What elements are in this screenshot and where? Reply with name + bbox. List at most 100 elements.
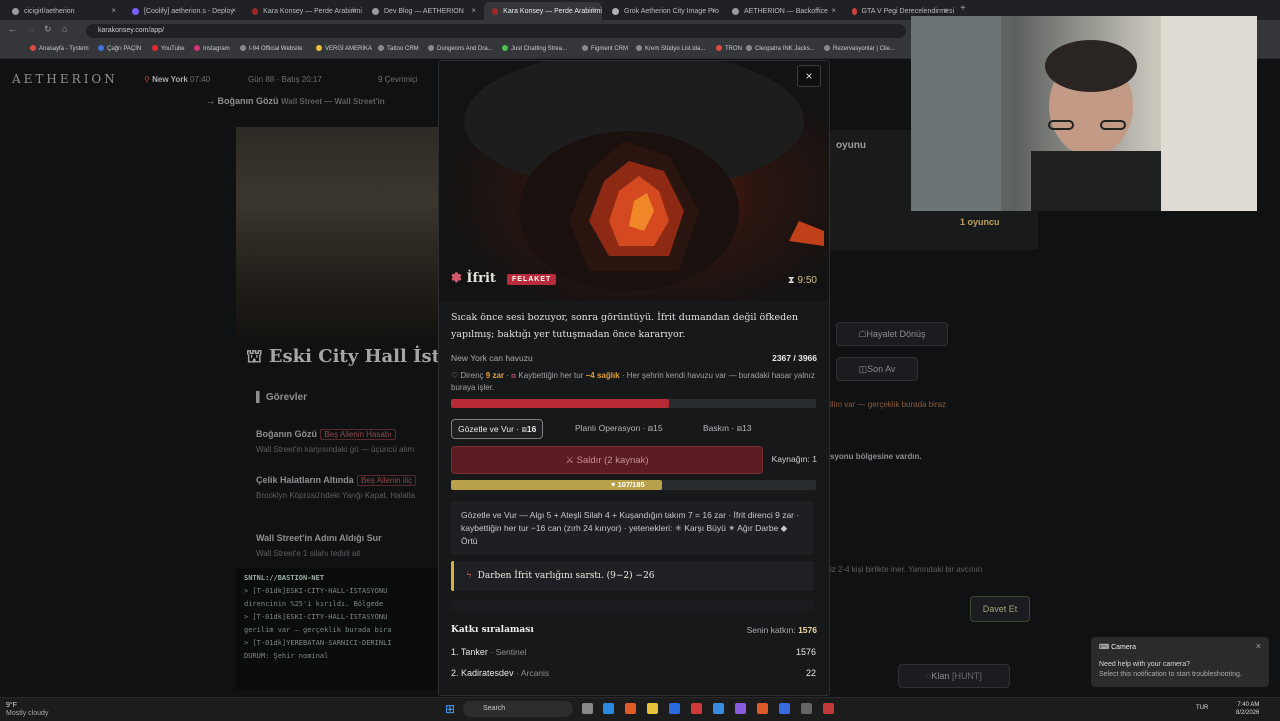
tab-favicon-icon: [852, 7, 857, 15]
right-panel-title: oyunu: [836, 140, 866, 151]
pin-icon: ⚲: [144, 75, 153, 84]
bookmark-icon: [824, 45, 830, 51]
app-icon[interactable]: [823, 703, 834, 714]
bookmark-item[interactable]: I-94 Official Website: [240, 45, 302, 52]
notification-close-icon[interactable]: ×: [1256, 641, 1261, 651]
language-indicator[interactable]: TUR: [1196, 705, 1208, 711]
bookmark-icon: [316, 45, 322, 51]
boss-modal: × ✽ İfrit FELAKET ⧗ 9:50 Sıcak önce sesi…: [438, 60, 830, 696]
browser-tab[interactable]: [Coolify] aetherion.s - Deploy ×: [124, 2, 242, 20]
browser-tab[interactable]: Kara Konsey — Perde Arabirimi ×: [244, 2, 362, 20]
ghost-return-button[interactable]: ☖ Hayalet Dönüş: [836, 322, 948, 346]
ghost-icon: ☖: [858, 328, 867, 339]
bookmark-icon: [502, 45, 508, 51]
severity-badge: FELAKET: [507, 274, 557, 285]
bookmark-item[interactable]: Instagram: [194, 45, 230, 52]
back-icon[interactable]: ←: [8, 24, 17, 34]
tab-close-icon[interactable]: ×: [591, 6, 596, 15]
resource-counter: Kaynağın: 1: [771, 454, 817, 464]
bookmark-item[interactable]: Rezervasyonlar | Clie...: [824, 45, 895, 52]
browser-tab[interactable]: Dev Blog — AETHERION ×: [364, 2, 482, 20]
weather-widget[interactable]: 9°F Mostly cloudy: [6, 702, 48, 718]
bookmark-item[interactable]: TRON: [716, 45, 742, 52]
terminal-title: SNTNL://BASTION-NET: [244, 574, 325, 582]
browser-tab[interactable]: AETHERION — Backoffice ×: [724, 2, 842, 20]
tab-close-icon[interactable]: ×: [231, 6, 236, 15]
bookmark-item[interactable]: Tattoo CRM: [378, 45, 419, 52]
app-icon[interactable]: [735, 703, 746, 714]
tab-close-icon[interactable]: ×: [111, 6, 116, 15]
tab-close-icon[interactable]: ×: [943, 6, 948, 15]
boss-description: Sıcak önce sesi bozuyor, sonra görüntüyü…: [451, 312, 798, 340]
bookmark-item[interactable]: YouTube: [152, 45, 185, 52]
windows-start-icon[interactable]: ⊞: [445, 702, 455, 716]
shield-icon: ♡: [451, 371, 461, 380]
tab-favicon-icon: [12, 7, 19, 15]
bookmark-icon: [746, 45, 752, 51]
app-icon[interactable]: [757, 703, 768, 714]
invite-text: iz 2-4 kişi birlikte iner. Yanındaki bir…: [830, 565, 983, 574]
browser-tab[interactable]: cicigirl/aetherion ×: [4, 2, 122, 20]
bookmark-item[interactable]: Figment CRM: [582, 45, 628, 52]
bookmark-item[interactable]: Anasayfa - Tystem: [30, 45, 89, 52]
browser-tab-active[interactable]: Kara Konsey — Perde Arabirimi ×: [484, 2, 602, 20]
clan-button[interactable]: ◌ Klan [HUNT]: [898, 664, 1010, 688]
health-pool-bar: [451, 399, 816, 408]
reload-icon[interactable]: ↻: [44, 24, 52, 35]
url-input[interactable]: karakonsey.com/app/: [86, 24, 906, 38]
invite-button[interactable]: Davet Et: [970, 596, 1030, 622]
combat-info: ♡ Direnç 9 zar · ⧈ Kaybettiğin her tur −…: [451, 371, 815, 392]
bookmark-item[interactable]: Dungeons And Dra...: [428, 45, 493, 52]
bookmark-icon: [98, 45, 104, 51]
city-indicator[interactable]: ⚲ New York 07:40: [144, 75, 210, 84]
bookmark-item[interactable]: Krem Stüdyo List.ida...: [636, 45, 705, 52]
breadcrumb: → Boğanın Gözü Wall Street — Wall Street…: [206, 96, 385, 106]
tab-raid[interactable]: Baskın · ⧈ 13: [697, 419, 757, 437]
app-icon[interactable]: [779, 703, 790, 714]
bookmark-item[interactable]: Çağrı PAÇİN: [98, 45, 141, 52]
attack-button[interactable]: ⚔ Saldır (2 kaynak): [451, 446, 763, 474]
boss-name: ✽ İfrit: [451, 271, 496, 286]
health-pool-fill: [451, 399, 669, 408]
edge-icon[interactable]: [603, 703, 614, 714]
new-tab-icon[interactable]: +: [960, 3, 966, 14]
tab-close-icon[interactable]: ×: [351, 6, 356, 15]
tab-favicon-icon: [252, 7, 259, 15]
task-item[interactable]: Wall Street'in Adını Aldığı Sur Wall Str…: [256, 530, 382, 558]
tasks-header: ▌ Görevler: [256, 392, 308, 403]
taskbar-search[interactable]: Search: [463, 701, 573, 717]
task-item[interactable]: Çelik Halatların Altında Beş Ailenin ili…: [256, 472, 417, 500]
stamina-bar: ♥ 107/185: [451, 480, 816, 490]
tab-favicon-icon: [612, 7, 619, 15]
chrome-icon[interactable]: [625, 703, 636, 714]
online-indicator: 9 Çevrimiçi: [378, 75, 418, 84]
close-button[interactable]: ×: [797, 65, 821, 87]
file-explorer-icon[interactable]: [647, 703, 658, 714]
task-item[interactable]: Boğanın Gözü Beş Ailenin Hasabı Wall Str…: [256, 426, 414, 454]
hit-result: ϟ Darben İfrit varlığını sarstı. (9−2) −…: [451, 561, 814, 591]
camera-notification[interactable]: ⌨ Camera × Need help with your camera? S…: [1091, 637, 1269, 687]
app-icon[interactable]: [691, 703, 702, 714]
last-hunt-button[interactable]: ◫ Son Av: [836, 357, 918, 381]
bookmark-item[interactable]: Just Chatting Strea...: [502, 45, 567, 52]
app-icon[interactable]: [669, 703, 680, 714]
tab-observe-strike[interactable]: Gözetle ve Vur · ⧈ 16: [451, 419, 544, 439]
browser-tab[interactable]: Grok Aetherion City Image Pro ×: [604, 2, 722, 20]
bookmark-icon: [378, 45, 384, 51]
notification-text: Need help with your camera?: [1099, 661, 1191, 668]
tab-close-icon[interactable]: ×: [471, 6, 476, 15]
bookmark-icon: [716, 45, 722, 51]
app-icon[interactable]: [801, 703, 812, 714]
tab-close-icon[interactable]: ×: [711, 6, 716, 15]
tab-favicon-icon: [492, 7, 499, 15]
app-icon[interactable]: [713, 703, 724, 714]
task-view-icon[interactable]: [582, 703, 593, 714]
system-clock[interactable]: 7:40 AM 8/2/2026: [1236, 701, 1259, 717]
tab-close-icon[interactable]: ×: [831, 6, 836, 15]
bookmark-item[interactable]: Cleopatra INK Jacks...: [746, 45, 815, 52]
forward-icon[interactable]: →: [26, 24, 35, 34]
home-icon[interactable]: ⌂: [62, 24, 67, 34]
tab-planned-operation[interactable]: Planlı Operasyon · ⧈ 15: [569, 419, 669, 437]
location-title: ⛫ Eski City Hall İst: [246, 346, 440, 367]
bookmark-item[interactable]: VERGİ AMERİKA: [316, 45, 372, 52]
